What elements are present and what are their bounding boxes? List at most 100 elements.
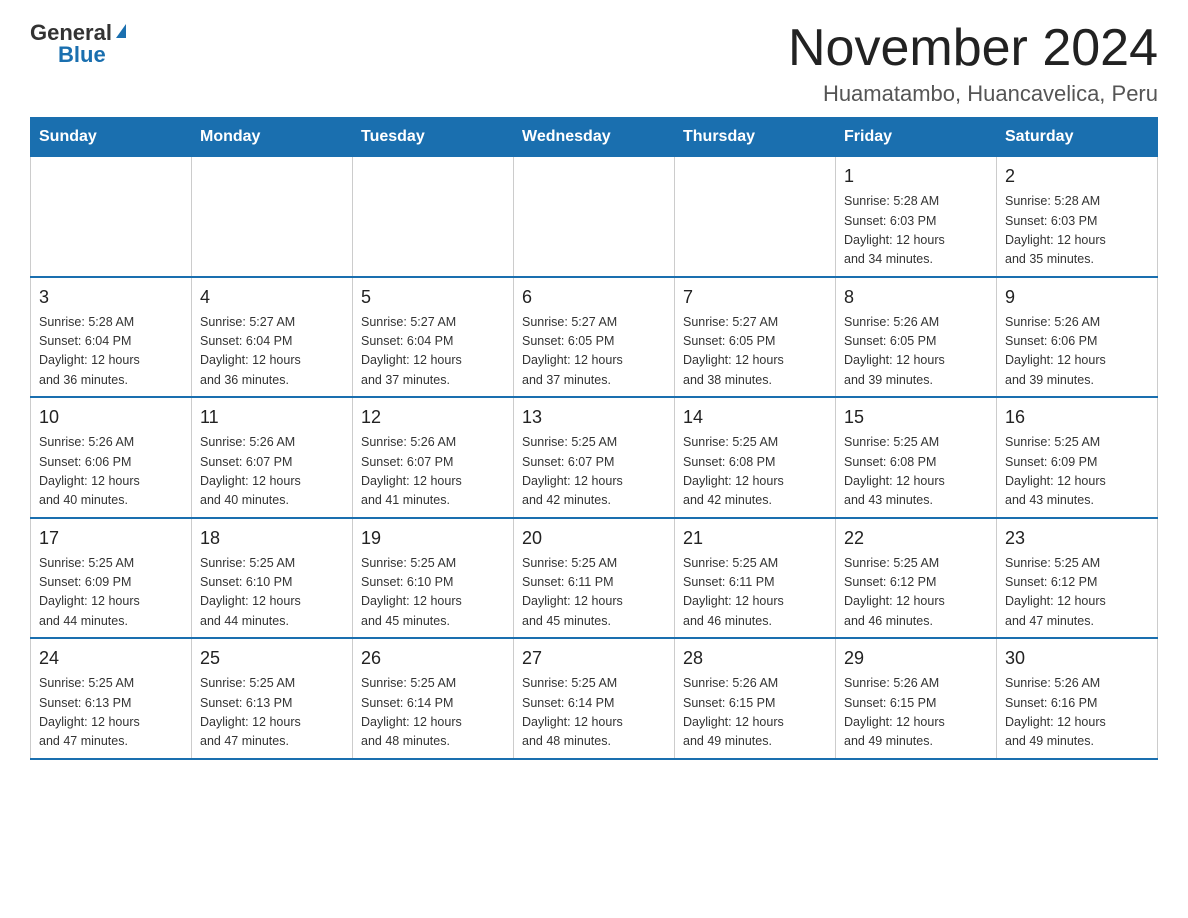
calendar-day-cell: 24Sunrise: 5:25 AMSunset: 6:13 PMDayligh…	[31, 638, 192, 759]
calendar-day-cell: 10Sunrise: 5:26 AMSunset: 6:06 PMDayligh…	[31, 397, 192, 518]
calendar-table: SundayMondayTuesdayWednesdayThursdayFrid…	[30, 117, 1158, 760]
calendar-day-cell	[514, 157, 675, 277]
calendar-day-cell: 21Sunrise: 5:25 AMSunset: 6:11 PMDayligh…	[675, 518, 836, 639]
day-number: 30	[1005, 645, 1149, 672]
calendar-day-cell: 29Sunrise: 5:26 AMSunset: 6:15 PMDayligh…	[836, 638, 997, 759]
calendar-day-cell: 8Sunrise: 5:26 AMSunset: 6:05 PMDaylight…	[836, 277, 997, 398]
weekday-header-sunday: Sunday	[31, 118, 192, 157]
day-info: Sunrise: 5:25 AMSunset: 6:07 PMDaylight:…	[522, 433, 666, 511]
day-info: Sunrise: 5:26 AMSunset: 6:06 PMDaylight:…	[1005, 313, 1149, 391]
month-title: November 2024	[788, 20, 1158, 77]
calendar-day-cell: 26Sunrise: 5:25 AMSunset: 6:14 PMDayligh…	[353, 638, 514, 759]
calendar-day-cell: 1Sunrise: 5:28 AMSunset: 6:03 PMDaylight…	[836, 157, 997, 277]
day-info: Sunrise: 5:25 AMSunset: 6:11 PMDaylight:…	[683, 554, 827, 632]
calendar-day-cell: 25Sunrise: 5:25 AMSunset: 6:13 PMDayligh…	[192, 638, 353, 759]
day-info: Sunrise: 5:27 AMSunset: 6:04 PMDaylight:…	[361, 313, 505, 391]
day-number: 5	[361, 284, 505, 311]
day-number: 18	[200, 525, 344, 552]
day-info: Sunrise: 5:25 AMSunset: 6:13 PMDaylight:…	[200, 674, 344, 752]
day-info: Sunrise: 5:27 AMSunset: 6:04 PMDaylight:…	[200, 313, 344, 391]
day-info: Sunrise: 5:25 AMSunset: 6:11 PMDaylight:…	[522, 554, 666, 632]
day-number: 9	[1005, 284, 1149, 311]
calendar-body: 1Sunrise: 5:28 AMSunset: 6:03 PMDaylight…	[31, 157, 1158, 759]
day-info: Sunrise: 5:27 AMSunset: 6:05 PMDaylight:…	[683, 313, 827, 391]
day-number: 7	[683, 284, 827, 311]
title-area: November 2024 Huamatambo, Huancavelica, …	[788, 20, 1158, 107]
weekday-header-wednesday: Wednesday	[514, 118, 675, 157]
day-number: 25	[200, 645, 344, 672]
day-info: Sunrise: 5:28 AMSunset: 6:04 PMDaylight:…	[39, 313, 183, 391]
calendar-day-cell: 30Sunrise: 5:26 AMSunset: 6:16 PMDayligh…	[997, 638, 1158, 759]
day-number: 19	[361, 525, 505, 552]
day-info: Sunrise: 5:25 AMSunset: 6:08 PMDaylight:…	[844, 433, 988, 511]
day-info: Sunrise: 5:25 AMSunset: 6:10 PMDaylight:…	[200, 554, 344, 632]
calendar-header: SundayMondayTuesdayWednesdayThursdayFrid…	[31, 118, 1158, 157]
day-info: Sunrise: 5:26 AMSunset: 6:07 PMDaylight:…	[200, 433, 344, 511]
day-info: Sunrise: 5:26 AMSunset: 6:15 PMDaylight:…	[683, 674, 827, 752]
weekday-header-monday: Monday	[192, 118, 353, 157]
logo-triangle-icon	[116, 24, 126, 38]
day-number: 11	[200, 404, 344, 431]
calendar-day-cell: 13Sunrise: 5:25 AMSunset: 6:07 PMDayligh…	[514, 397, 675, 518]
calendar-day-cell: 15Sunrise: 5:25 AMSunset: 6:08 PMDayligh…	[836, 397, 997, 518]
calendar-day-cell: 20Sunrise: 5:25 AMSunset: 6:11 PMDayligh…	[514, 518, 675, 639]
day-number: 16	[1005, 404, 1149, 431]
day-number: 28	[683, 645, 827, 672]
day-info: Sunrise: 5:25 AMSunset: 6:12 PMDaylight:…	[1005, 554, 1149, 632]
logo-blue-text: Blue	[58, 42, 106, 68]
calendar-day-cell: 14Sunrise: 5:25 AMSunset: 6:08 PMDayligh…	[675, 397, 836, 518]
calendar-day-cell: 3Sunrise: 5:28 AMSunset: 6:04 PMDaylight…	[31, 277, 192, 398]
day-number: 29	[844, 645, 988, 672]
day-info: Sunrise: 5:25 AMSunset: 6:08 PMDaylight:…	[683, 433, 827, 511]
day-info: Sunrise: 5:28 AMSunset: 6:03 PMDaylight:…	[844, 192, 988, 270]
calendar-day-cell: 23Sunrise: 5:25 AMSunset: 6:12 PMDayligh…	[997, 518, 1158, 639]
calendar-day-cell: 2Sunrise: 5:28 AMSunset: 6:03 PMDaylight…	[997, 157, 1158, 277]
weekday-header-thursday: Thursday	[675, 118, 836, 157]
day-number: 3	[39, 284, 183, 311]
day-number: 1	[844, 163, 988, 190]
day-info: Sunrise: 5:27 AMSunset: 6:05 PMDaylight:…	[522, 313, 666, 391]
day-info: Sunrise: 5:25 AMSunset: 6:14 PMDaylight:…	[361, 674, 505, 752]
day-number: 2	[1005, 163, 1149, 190]
day-info: Sunrise: 5:25 AMSunset: 6:10 PMDaylight:…	[361, 554, 505, 632]
day-number: 22	[844, 525, 988, 552]
calendar-day-cell: 12Sunrise: 5:26 AMSunset: 6:07 PMDayligh…	[353, 397, 514, 518]
calendar-week-1: 1Sunrise: 5:28 AMSunset: 6:03 PMDaylight…	[31, 157, 1158, 277]
day-number: 6	[522, 284, 666, 311]
weekday-header-saturday: Saturday	[997, 118, 1158, 157]
calendar-day-cell: 11Sunrise: 5:26 AMSunset: 6:07 PMDayligh…	[192, 397, 353, 518]
day-number: 8	[844, 284, 988, 311]
calendar-week-5: 24 Sunrise: 5:25 AMSunset: 6:13 PMDayligh…	[31, 638, 1158, 759]
day-info: Sunrise: 5:25 AMSunset: 6:14 PMDaylight:…	[522, 674, 666, 752]
calendar-week-2: 3Sunrise: 5:28 AMSunset: 6:04 PMDaylight…	[31, 277, 1158, 398]
day-number: 24	[39, 645, 183, 672]
day-number: 13	[522, 404, 666, 431]
day-info: Sunrise: 5:26 AMSunset: 6:15 PMDaylight:…	[844, 674, 988, 752]
calendar-day-cell: 22Sunrise: 5:25 AMSunset: 6:12 PMDayligh…	[836, 518, 997, 639]
day-number: 27	[522, 645, 666, 672]
calendar-day-cell: 27Sunrise: 5:25 AMSunset: 6:14 PMDayligh…	[514, 638, 675, 759]
day-number: 17	[39, 525, 183, 552]
day-info: Sunrise: 5:26 AMSunset: 6:05 PMDaylight:…	[844, 313, 988, 391]
day-info: Sunrise: 5:28 AMSunset: 6:03 PMDaylight:…	[1005, 192, 1149, 270]
calendar-week-3: 10Sunrise: 5:26 AMSunset: 6:06 PMDayligh…	[31, 397, 1158, 518]
calendar-day-cell	[353, 157, 514, 277]
day-number: 26	[361, 645, 505, 672]
calendar-day-cell: 6Sunrise: 5:27 AMSunset: 6:05 PMDaylight…	[514, 277, 675, 398]
calendar-day-cell: 16Sunrise: 5:25 AMSunset: 6:09 PMDayligh…	[997, 397, 1158, 518]
day-info: Sunrise: 5:25 AMSunset: 6:09 PMDaylight:…	[39, 554, 183, 632]
calendar-day-cell: 5Sunrise: 5:27 AMSunset: 6:04 PMDaylight…	[353, 277, 514, 398]
weekday-header-tuesday: Tuesday	[353, 118, 514, 157]
calendar-day-cell: 18Sunrise: 5:25 AMSunset: 6:10 PMDayligh…	[192, 518, 353, 639]
calendar-day-cell: 4Sunrise: 5:27 AMSunset: 6:04 PMDaylight…	[192, 277, 353, 398]
calendar-day-cell: 19Sunrise: 5:25 AMSunset: 6:10 PMDayligh…	[353, 518, 514, 639]
day-number: 4	[200, 284, 344, 311]
calendar-week-4: 17Sunrise: 5:25 AMSunset: 6:09 PMDayligh…	[31, 518, 1158, 639]
day-number: 15	[844, 404, 988, 431]
day-number: 23	[1005, 525, 1149, 552]
day-info: Sunrise: 5:26 AMSunset: 6:07 PMDaylight:…	[361, 433, 505, 511]
weekday-header-friday: Friday	[836, 118, 997, 157]
day-number: 10	[39, 404, 183, 431]
calendar-day-cell: 17Sunrise: 5:25 AMSunset: 6:09 PMDayligh…	[31, 518, 192, 639]
day-info: Sunrise: 5:26 AMSunset: 6:16 PMDaylight:…	[1005, 674, 1149, 752]
